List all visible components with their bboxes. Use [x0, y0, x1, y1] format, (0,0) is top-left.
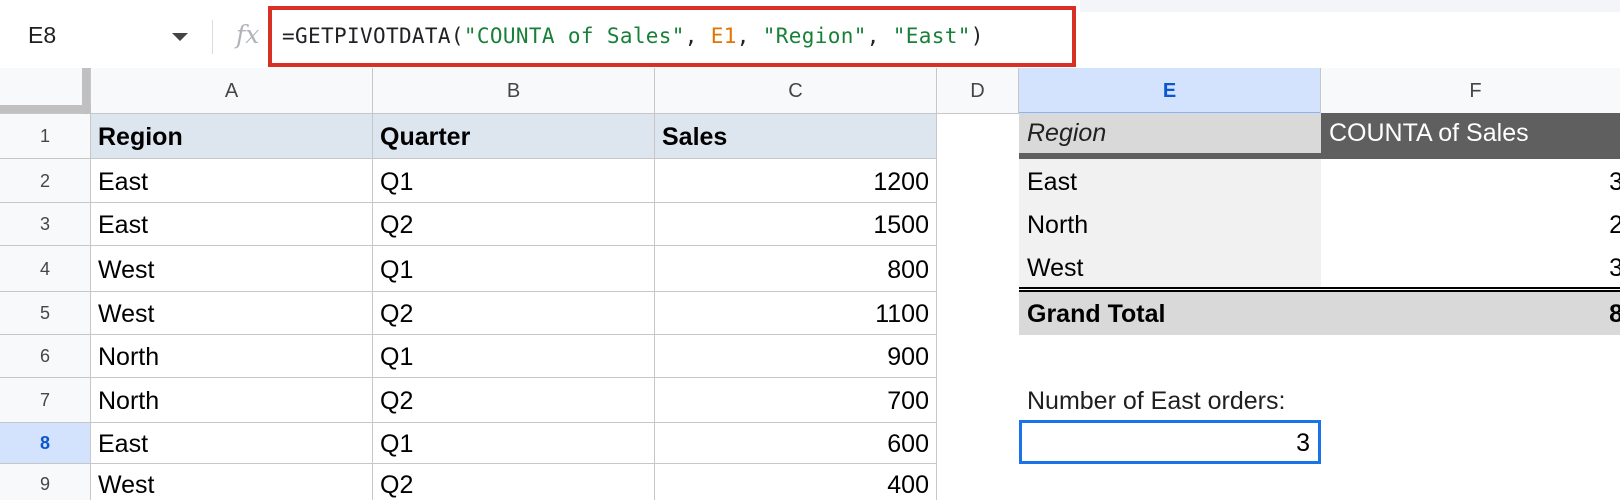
table-cell[interactable]: West [91, 292, 373, 335]
column-header-b[interactable]: B [373, 68, 655, 114]
table-cell[interactable]: West [91, 464, 373, 500]
row-header-9[interactable]: 9 [0, 464, 91, 500]
table-cell[interactable]: 400 [655, 464, 937, 500]
table-cell[interactable]: Q1 [373, 335, 655, 378]
formula-token: E1 [710, 24, 737, 48]
pivot-header-counta[interactable]: COUNTA of Sales [1321, 113, 1620, 153]
formula-token: "East" [892, 24, 971, 48]
divider [212, 20, 213, 54]
formula-token: =GETPIVOTDATA( [282, 24, 464, 48]
column-header-e[interactable]: E [1019, 68, 1321, 114]
row-header-1[interactable]: 1 [0, 114, 91, 159]
table-header-cell[interactable]: Quarter [373, 114, 655, 159]
table-cell[interactable]: Q1 [373, 423, 655, 464]
formula-token: ) [970, 24, 984, 48]
table-cell[interactable]: 1500 [655, 203, 937, 246]
pivot-row-value[interactable]: 3 [1321, 159, 1620, 203]
table-cell[interactable]: 1100 [655, 292, 937, 335]
row-header-3[interactable]: 3 [0, 203, 91, 246]
toolbar-edge [1080, 0, 1620, 12]
table-cell[interactable]: 800 [655, 246, 937, 292]
table-cell[interactable]: Q2 [373, 292, 655, 335]
lookup-label: Number of East orders: [1027, 387, 1286, 415]
column-header-d[interactable]: D [937, 68, 1019, 114]
formula-bar: E8 fx =GETPIVOTDATA("COUNTA of Sales", E… [0, 0, 1620, 68]
table-cell[interactable]: West [91, 246, 373, 292]
table-cell[interactable]: North [91, 378, 373, 423]
table-cell[interactable]: Q2 [373, 378, 655, 423]
formula-input[interactable]: =GETPIVOTDATA("COUNTA of Sales", E1, "Re… [282, 24, 984, 48]
table-cell[interactable]: 600 [655, 423, 937, 464]
spreadsheet-grid: A B C D E F 1 2 3 4 5 6 7 8 9 Region Quarter Sales East Q1 1… [0, 68, 1620, 500]
formula-token: , [684, 24, 711, 48]
row-header-5[interactable]: 5 [0, 292, 91, 335]
pivot-total-label[interactable]: Grand Total [1019, 292, 1321, 335]
table-cell[interactable]: 1200 [655, 159, 937, 203]
table-cell[interactable]: Q1 [373, 159, 655, 203]
table-cell[interactable]: Q1 [373, 246, 655, 292]
table-cell[interactable]: East [91, 423, 373, 464]
pivot-header-region[interactable]: Region [1019, 113, 1321, 153]
column-header-a[interactable]: A [91, 68, 373, 114]
column-header-c[interactable]: C [655, 68, 937, 114]
table-cell[interactable]: 700 [655, 378, 937, 423]
pivot-row-label[interactable]: East [1019, 159, 1321, 203]
table-cell[interactable]: 900 [655, 335, 937, 378]
formula-token: "COUNTA of Sales" [463, 24, 685, 48]
table-header-cell[interactable]: Region [91, 114, 373, 159]
active-cell-e8[interactable]: 3 [1019, 420, 1321, 464]
table-cell[interactable]: East [91, 159, 373, 203]
table-cell[interactable]: Q2 [373, 203, 655, 246]
table-cell[interactable]: Q2 [373, 464, 655, 500]
row-header-2[interactable]: 2 [0, 159, 91, 203]
pivot-row-value[interactable]: 3 [1321, 246, 1620, 289]
pivot-row-label[interactable]: West [1019, 246, 1321, 289]
row-header-4[interactable]: 4 [0, 246, 91, 292]
chevron-down-icon[interactable] [172, 33, 188, 41]
freeze-row-handle[interactable] [0, 105, 91, 113]
name-box-value: E8 [28, 22, 57, 48]
row-header-6[interactable]: 6 [0, 335, 91, 378]
table-header-cell[interactable]: Sales [655, 114, 937, 159]
function-icon: fx [236, 20, 260, 49]
column-header-f[interactable]: F [1321, 68, 1620, 114]
formula-token: , [866, 24, 893, 48]
pivot-row-value[interactable]: 2 [1321, 203, 1620, 246]
formula-token: "Region" [762, 24, 867, 48]
pivot-row-label[interactable]: North [1019, 203, 1321, 246]
table-cell[interactable]: East [91, 203, 373, 246]
row-header-8[interactable]: 8 [0, 423, 91, 464]
formula-token: , [736, 24, 763, 48]
table-cell[interactable]: North [91, 335, 373, 378]
name-box[interactable]: E8 [0, 0, 210, 68]
select-all-corner[interactable] [0, 68, 91, 114]
pivot-total-value[interactable]: 8 [1321, 292, 1620, 335]
row-header-7[interactable]: 7 [0, 378, 91, 423]
